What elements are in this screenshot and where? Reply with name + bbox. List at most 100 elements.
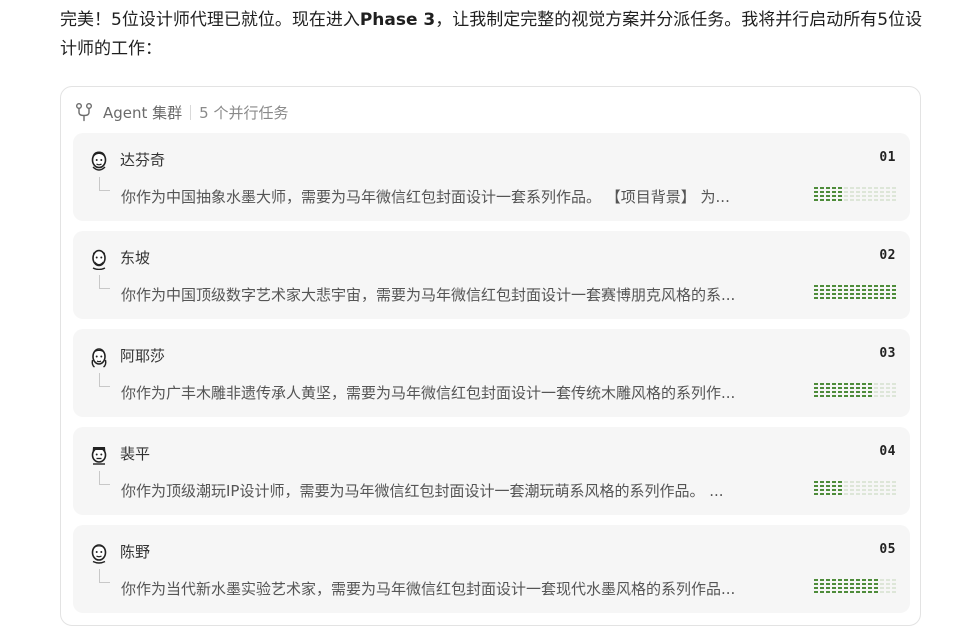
progress-dot xyxy=(886,191,890,193)
progress-dot xyxy=(892,489,896,491)
progress-dot xyxy=(856,481,860,483)
progress-dot xyxy=(856,489,860,491)
progress-dot xyxy=(844,293,848,295)
progress-dot xyxy=(814,391,818,393)
progress-dot xyxy=(862,591,866,593)
progress-dot xyxy=(820,481,824,483)
branch-connector xyxy=(99,177,110,191)
progress-dot xyxy=(868,293,872,295)
progress-dot xyxy=(862,383,866,385)
progress-dot xyxy=(856,289,860,291)
progress-dot xyxy=(838,391,842,393)
progress-dot xyxy=(862,391,866,393)
progress-dot xyxy=(880,195,884,197)
progress-dot xyxy=(880,285,884,287)
progress-dot xyxy=(868,583,872,585)
progress-dot xyxy=(844,481,848,483)
progress-dot xyxy=(886,587,890,589)
progress-dot xyxy=(862,481,866,483)
progress-dot xyxy=(850,297,854,299)
task-number: 02 xyxy=(879,248,896,263)
progress-dot xyxy=(850,387,854,389)
progress-dot xyxy=(814,583,818,585)
agent-name: 阿耶莎 xyxy=(120,347,166,365)
progress-dot xyxy=(886,481,890,483)
progress-dot xyxy=(832,195,836,197)
progress-dot xyxy=(856,387,860,389)
progress-dot xyxy=(874,293,878,295)
progress-dot xyxy=(820,395,824,397)
progress-dot xyxy=(874,591,878,593)
progress-dot xyxy=(874,481,878,483)
progress-dot xyxy=(892,199,896,201)
progress-dot xyxy=(814,489,818,491)
progress-dot xyxy=(874,383,878,385)
task-card[interactable]: 达芬奇 01 你作为中国抽象水墨大师，需要为马年微信红包封面设计一套系列作品。 … xyxy=(73,133,910,221)
progress-dot xyxy=(832,191,836,193)
progress-dot xyxy=(862,293,866,295)
progress-dot xyxy=(892,395,896,397)
progress-dot xyxy=(862,583,866,585)
task-card[interactable]: 陈野 05 你作为当代新水墨实验艺术家，需要为马年微信红包封面设计一套现代水墨风… xyxy=(73,525,910,613)
progress-dot xyxy=(880,493,884,495)
progress-dot xyxy=(814,289,818,291)
progress-dot xyxy=(844,587,848,589)
progress-dot xyxy=(850,289,854,291)
task-card[interactable]: 裴平 04 你作为顶级潮玩IP设计师，需要为马年微信红包封面设计一套潮玩萌系风格… xyxy=(73,427,910,515)
progress-dot xyxy=(868,199,872,201)
progress-dot xyxy=(838,383,842,385)
progress-dot xyxy=(868,289,872,291)
progress-dot xyxy=(814,187,818,189)
progress-dot xyxy=(868,387,872,389)
task-progress xyxy=(814,579,898,595)
progress-dot xyxy=(868,285,872,287)
progress-dot xyxy=(862,199,866,201)
progress-dot xyxy=(868,587,872,589)
progress-dot xyxy=(820,579,824,581)
progress-dot xyxy=(826,387,830,389)
progress-dot xyxy=(832,293,836,295)
progress-dot xyxy=(850,383,854,385)
progress-dot xyxy=(844,187,848,189)
progress-dot xyxy=(820,383,824,385)
progress-dot xyxy=(826,383,830,385)
progress-dot xyxy=(838,191,842,193)
progress-dot xyxy=(832,395,836,397)
progress-dot xyxy=(850,481,854,483)
task-description: 你作为中国顶级数字艺术家大悲宇宙，需要为马年微信红包封面设计一套赛博朋克风格的系… xyxy=(121,286,736,304)
progress-dot xyxy=(874,579,878,581)
progress-dot xyxy=(856,395,860,397)
progress-dot xyxy=(850,583,854,585)
progress-dot xyxy=(862,587,866,589)
progress-dot xyxy=(880,579,884,581)
progress-dot xyxy=(832,383,836,385)
progress-dot xyxy=(886,387,890,389)
progress-dot xyxy=(892,297,896,299)
progress-dot xyxy=(850,493,854,495)
progress-dot xyxy=(838,199,842,201)
progress-dot xyxy=(844,391,848,393)
progress-dot xyxy=(820,587,824,589)
progress-dot xyxy=(838,293,842,295)
progress-dot xyxy=(832,481,836,483)
progress-dot xyxy=(880,485,884,487)
progress-dot xyxy=(880,583,884,585)
progress-dot xyxy=(844,195,848,197)
task-card[interactable]: 东坡 02 你作为中国顶级数字艺术家大悲宇宙，需要为马年微信红包封面设计一套赛博… xyxy=(73,231,910,319)
progress-dot xyxy=(814,383,818,385)
progress-dot xyxy=(886,199,890,201)
progress-dot xyxy=(856,187,860,189)
progress-dot xyxy=(838,481,842,483)
progress-dot xyxy=(826,289,830,291)
progress-dot xyxy=(832,489,836,491)
progress-dot xyxy=(844,493,848,495)
progress-dot xyxy=(820,387,824,389)
progress-dot xyxy=(868,485,872,487)
progress-dot xyxy=(844,395,848,397)
progress-dot xyxy=(838,587,842,589)
progress-dot xyxy=(892,293,896,295)
task-card[interactable]: 阿耶莎 03 你作为广丰木雕非遗传承人黄坚，需要为马年微信红包封面设计一套传统木… xyxy=(73,329,910,417)
progress-dot xyxy=(856,195,860,197)
progress-dot xyxy=(826,293,830,295)
task-description: 你作为广丰木雕非遗传承人黄坚，需要为马年微信红包封面设计一套传统木雕风格的系列作… xyxy=(121,384,736,402)
